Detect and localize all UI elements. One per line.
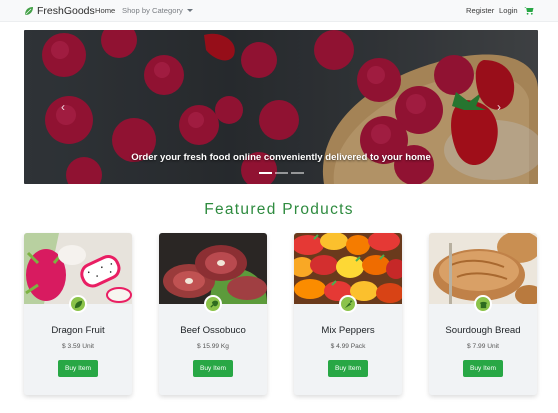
leaf-icon — [25, 7, 33, 15]
product-price: $ 15.99 Kg — [197, 343, 229, 350]
product-card: Mix Peppers $ 4.99 Pack Buy Item — [294, 233, 402, 395]
product-card: Dragon Fruit $ 3.59 Unit Buy Item — [24, 233, 132, 395]
carrot-icon — [344, 299, 352, 308]
navbar: FreshGoods Home Shop by Category Registe… — [0, 0, 558, 22]
hero-carousel: ‹ › Order your fresh food online conveni… — [24, 30, 538, 184]
buy-item-button[interactable]: Buy Item — [58, 360, 98, 377]
carousel-indicator-3[interactable] — [290, 172, 304, 174]
meat-icon — [209, 300, 218, 308]
nav-home-link[interactable]: Home — [95, 6, 115, 15]
product-badge — [204, 295, 222, 313]
product-image[interactable] — [429, 233, 537, 304]
product-image[interactable] — [294, 233, 402, 304]
carousel-indicator-2[interactable] — [274, 172, 288, 174]
product-image[interactable] — [24, 233, 132, 304]
product-name: Mix Peppers — [321, 325, 375, 336]
nav-register-link[interactable]: Register — [466, 6, 494, 15]
product-card: Sourdough Bread $ 7.99 Unit Buy Item — [429, 233, 537, 395]
nav-shop-by-category-dropdown[interactable]: Shop by Category — [122, 6, 193, 15]
leaf-icon — [74, 300, 82, 308]
product-name: Dragon Fruit — [51, 325, 105, 336]
nav-login-link[interactable]: Login — [499, 6, 518, 15]
carousel-indicator-1[interactable] — [258, 172, 272, 174]
nav-shop-by-category-label: Shop by Category — [122, 6, 183, 15]
product-name: Sourdough Bread — [445, 325, 521, 336]
caret-down-icon — [186, 9, 193, 12]
product-name: Beef Ossobuco — [180, 325, 246, 336]
product-price: $ 4.99 Pack — [330, 343, 366, 350]
featured-products-title: Featured Products — [204, 201, 354, 218]
brand-logo[interactable]: FreshGoods — [24, 4, 95, 18]
product-badge — [474, 295, 492, 313]
buy-item-button[interactable]: Buy Item — [463, 360, 503, 377]
buy-item-button[interactable]: Buy Item — [193, 360, 233, 377]
carousel-indicators — [24, 172, 538, 174]
product-badge — [69, 295, 87, 313]
product-price: $ 7.99 Unit — [467, 343, 499, 350]
bread-icon — [479, 301, 487, 308]
chevron-right-icon[interactable]: › — [492, 100, 506, 114]
product-price: $ 3.59 Unit — [62, 343, 94, 350]
product-image[interactable] — [159, 233, 267, 304]
cart-icon[interactable] — [524, 6, 534, 15]
hero-caption: Order your fresh food online convenientl… — [131, 152, 431, 163]
chevron-left-icon[interactable]: ‹ — [56, 100, 70, 114]
brand-name: FreshGoods — [37, 5, 95, 17]
product-card: Beef Ossobuco $ 15.99 Kg Buy Item — [159, 233, 267, 395]
buy-item-button[interactable]: Buy Item — [328, 360, 368, 377]
product-badge — [339, 295, 357, 313]
